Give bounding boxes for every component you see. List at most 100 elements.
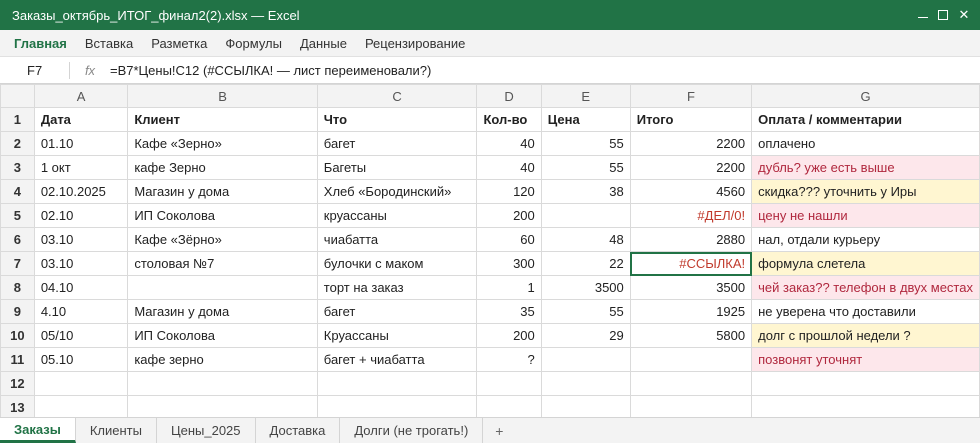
cell-c7[interactable]: булочки с маком [316,251,478,276]
cell-a9[interactable]: 4.10 [33,299,129,324]
row-header[interactable]: 5 [0,203,35,228]
cell-d2[interactable]: 40 [476,131,542,156]
column-header[interactable]: B [127,84,318,108]
column-header[interactable]: A [33,84,129,108]
cell-g6[interactable]: нал, отдали курьеру [751,227,980,252]
row-header[interactable]: 2 [0,131,35,156]
cell-d10[interactable]: 200 [476,323,542,348]
column-header[interactable]: C [316,84,478,108]
cell-b4[interactable]: Магазин у дома [127,179,318,204]
cell-c4[interactable]: Хлеб «Бородинский» [316,179,478,204]
cell-d4[interactable]: 120 [476,179,542,204]
cell-e13[interactable] [540,395,631,420]
row-header[interactable]: 12 [0,371,35,396]
cell-e12[interactable] [540,371,631,396]
cell-e11[interactable] [540,347,631,372]
cell-c13[interactable] [316,395,478,420]
sheet-tab-orders[interactable]: Заказы [0,418,76,443]
cell-a7[interactable]: 03.10 [33,251,129,276]
cell-c1[interactable]: Что [316,107,478,132]
cell-d5[interactable]: 200 [476,203,542,228]
cell-c8[interactable]: торт на заказ [316,275,478,300]
cell-e2[interactable]: 55 [540,131,631,156]
cell-d1[interactable]: Кол-во [476,107,542,132]
cell-g5[interactable]: цену не нашли [751,203,980,228]
formula-input[interactable]: =B7*Цены!C12 (#ССЫЛКА! — лист переименов… [110,63,431,78]
cell-c5[interactable]: круассаны [316,203,478,228]
row-header[interactable]: 13 [0,395,35,420]
row-header[interactable]: 10 [0,323,35,348]
sheet-tab-clients[interactable]: Клиенты [76,418,157,443]
cell-a4[interactable]: 02.10.2025 [33,179,129,204]
cell-b12[interactable] [127,371,318,396]
cell-g10[interactable]: долг с прошлой недели ? [751,323,980,348]
cell-b11[interactable]: кафе зерно [127,347,318,372]
column-header[interactable]: F [629,84,753,108]
cell-g13[interactable] [751,395,980,420]
cell-a5[interactable]: 02.10 [33,203,129,228]
cell-a8[interactable]: 04.10 [33,275,129,300]
cell-d8[interactable]: 1 [476,275,542,300]
row-header[interactable]: 11 [0,347,35,372]
ribbon-tab-review[interactable]: Рецензирование [356,36,474,51]
sheet-tab-debts[interactable]: Долги (не трогать!) [340,418,484,443]
cell-c12[interactable] [316,371,478,396]
fx-icon[interactable]: fx [70,63,110,78]
cell-b6[interactable]: Кафе «Зёрно» [127,227,318,252]
cell-g11[interactable]: позвонят уточнят [751,347,980,372]
row-header[interactable]: 7 [0,251,35,276]
cell-c10[interactable]: Круассаны [316,323,478,348]
cell-d9[interactable]: 35 [476,299,542,324]
name-box[interactable]: F7 [0,61,70,79]
cell-e7[interactable]: 22 [540,251,631,276]
minimize-icon[interactable] [918,11,928,18]
cell-f3[interactable]: 2200 [629,155,753,180]
close-icon[interactable]: ✕ [958,8,970,21]
column-header[interactable]: G [751,84,980,108]
row-header[interactable]: 8 [0,275,35,300]
cell-f13[interactable] [629,395,753,420]
ribbon-tab-formulas[interactable]: Формулы [216,36,291,51]
cell-f12[interactable] [629,371,753,396]
cell-e5[interactable] [540,203,631,228]
row-header[interactable]: 6 [0,227,35,252]
cell-b1[interactable]: Клиент [127,107,318,132]
cell-g7[interactable]: формула слетела [751,251,980,276]
cell-c3[interactable]: Багеты [316,155,478,180]
cell-e6[interactable]: 48 [540,227,631,252]
cell-d12[interactable] [476,371,542,396]
cell-g9[interactable]: не уверена что доставили [751,299,980,324]
cell-g3[interactable]: дубль? уже есть выше [751,155,980,180]
cell-b3[interactable]: кафе Зерно [127,155,318,180]
cell-c6[interactable]: чиабатта [316,227,478,252]
ribbon-tab-insert[interactable]: Вставка [76,36,142,51]
cell-d3[interactable]: 40 [476,155,542,180]
ribbon-tab-home[interactable]: Главная [0,36,76,51]
cell-a1[interactable]: Дата [33,107,129,132]
cell-d7[interactable]: 300 [476,251,542,276]
cell-c9[interactable]: багет [316,299,478,324]
cell-e4[interactable]: 38 [540,179,631,204]
cell-d11[interactable]: ? [476,347,542,372]
ribbon-tab-data[interactable]: Данные [291,36,356,51]
cell-g1[interactable]: Оплата / комментарии [751,107,980,132]
cell-e10[interactable]: 29 [540,323,631,348]
cell-f8[interactable]: 3500 [629,275,753,300]
sheet-tab-delivery[interactable]: Доставка [256,418,341,443]
cell-e1[interactable]: Цена [540,107,631,132]
cell-c11[interactable]: багет + чиабатта [316,347,478,372]
cell-e9[interactable]: 55 [540,299,631,324]
cell-b10[interactable]: ИП Соколова [127,323,318,348]
cell-f10[interactable]: 5800 [629,323,753,348]
cell-a3[interactable]: 1 окт [33,155,129,180]
row-header[interactable]: 4 [0,179,35,204]
cell-a6[interactable]: 03.10 [33,227,129,252]
cell-f7[interactable]: #ССЫЛКА! [629,251,753,276]
cell-f9[interactable]: 1925 [629,299,753,324]
cell-g8[interactable]: чей заказ?? телефон в двух местах [751,275,980,300]
maximize-icon[interactable] [938,10,948,20]
sheet-tab-prices[interactable]: Цены_2025 [157,418,256,443]
add-sheet-button[interactable]: + [483,418,515,443]
cell-b9[interactable]: Магазин у дома [127,299,318,324]
cell-b5[interactable]: ИП Соколова [127,203,318,228]
